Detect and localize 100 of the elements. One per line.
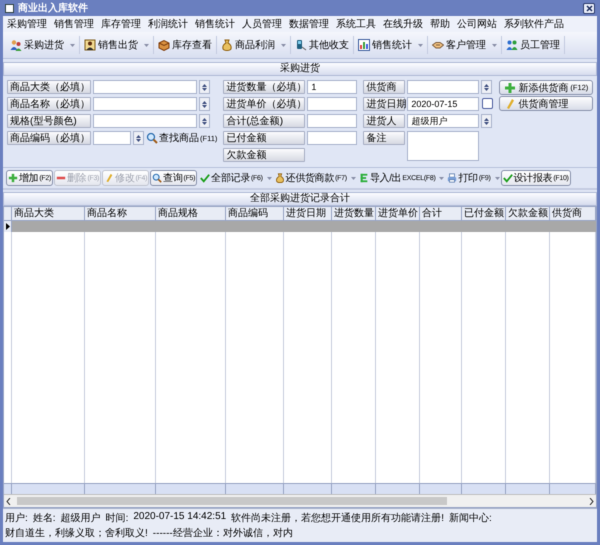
search-icon [152,173,162,183]
menu-item[interactable]: 人员管理 [242,17,282,31]
phone-icon [295,39,307,51]
toolbar-button[interactable]: 商品利润 [221,38,275,52]
toolbar-button[interactable]: 员工管理 [506,38,560,52]
dropdown-button[interactable] [481,80,492,94]
status-text: 财自道生，利缘义取；舍利取义! [5,526,148,540]
input-field[interactable] [307,131,358,145]
column-header[interactable]: 商品规格 [156,207,226,220]
section-header: 采购进货 [3,62,597,76]
menu-item[interactable]: 帮助 [430,17,450,31]
field-label: 进货人 [363,114,406,128]
menu-item[interactable]: 系统工具 [336,17,376,31]
scroll-right-icon[interactable] [589,498,594,504]
toolbar-button[interactable]: 销售出货 [84,38,138,52]
column-header[interactable]: 商品编码 [226,207,284,220]
field-label: 商品编码（必填） [7,131,91,145]
money-bag-icon [274,173,285,183]
up-down-arrows-icon [202,100,207,108]
dropdown-button[interactable] [199,80,210,94]
toolbar-button[interactable]: 采购进货 [10,38,64,52]
menu-item[interactable]: 库存管理 [101,17,141,31]
column-header[interactable]: 已付金额 [462,207,506,220]
combo-field[interactable] [93,97,197,111]
combo-field[interactable] [93,114,197,128]
caret-icon[interactable] [494,176,500,180]
window-icon [5,4,14,12]
dropdown-button[interactable] [199,97,210,111]
column-header[interactable]: 进货日期 [284,207,332,220]
dropdown-button[interactable] [133,131,144,145]
caret-icon[interactable] [439,176,444,180]
input-field[interactable]: 1 [307,80,358,94]
search-icon [146,132,158,144]
combo-field[interactable] [407,80,480,94]
toolbar-button[interactable]: 库存查看 [158,38,212,52]
menu-item[interactable]: 公司网站 [457,17,497,31]
check-icon [200,173,210,183]
field-label: 合计(总金额) [223,114,306,128]
plus-icon [8,173,18,183]
combo-field[interactable] [93,80,197,94]
column-header[interactable]: 商品名称 [85,207,156,220]
field-label: 备注 [363,131,406,145]
plus-icon [504,82,516,94]
menu-item[interactable]: 销售统计 [195,17,235,31]
menu-item[interactable]: 采购管理 [7,17,47,31]
pencil-icon [104,173,114,183]
combo-field[interactable] [93,131,131,145]
table-title: 全部采购进货记录合计 [3,192,597,206]
column-header[interactable]: 欠款金额 [506,207,550,220]
menu-item[interactable]: 数据管理 [289,17,329,31]
menu-item[interactable]: 在线升级 [383,17,423,31]
combo-field[interactable]: 超级用户 [407,114,480,128]
caret-icon[interactable] [492,44,497,46]
printer-icon [447,173,458,183]
field-label: 规格(型号颜色) [7,114,91,128]
status-text: ------经营企业：对外诚信，对内 [152,526,293,540]
menu-item[interactable]: 利润统计 [148,17,188,31]
toolbar-button[interactable]: 其他收支 [295,38,349,52]
close-button[interactable] [583,2,595,14]
dropdown-button[interactable] [481,114,492,128]
excel-icon [358,173,369,183]
column-header[interactable]: 供货商 [550,207,596,220]
date-field[interactable]: 2020-07-15 [407,97,480,111]
chart-icon [358,39,370,51]
date-picker-button[interactable] [482,98,494,109]
caret-icon[interactable] [70,44,75,46]
column-header[interactable]: 合计 [420,207,462,220]
column-header[interactable]: 进货数量 [332,207,376,220]
menu-item[interactable]: 系列软件产品 [504,17,564,31]
input-field[interactable] [307,97,358,111]
people-icon [10,39,22,51]
caret-icon[interactable] [350,176,356,180]
notes-field[interactable] [407,131,480,161]
caret-icon[interactable] [266,176,272,180]
field-label: 进货日期 [363,97,406,111]
status-text: 时间: [106,512,128,525]
caret-icon[interactable] [281,44,286,46]
menu-item[interactable]: 销售管理 [54,17,94,31]
caret-icon[interactable] [418,44,423,46]
status-text: 姓名: [32,512,56,525]
box-icon [158,39,170,51]
horizontal-scrollbar[interactable] [4,494,596,507]
field-label: 供货商 [363,80,406,94]
toolbar-button[interactable]: 销售统计 [358,38,412,52]
up-down-arrows-icon [484,118,490,124]
dropdown-button[interactable] [199,114,210,128]
supplier-manage-button[interactable]: 供货商管理 [499,96,594,111]
caret-icon[interactable] [144,44,149,46]
column-header[interactable]: 进货单价 [376,207,420,220]
scrollbar-thumb[interactable] [17,497,447,505]
toolbar-button[interactable]: 客户管理 [432,38,486,52]
close-icon [586,4,592,12]
field-label: 商品大类（必填） [7,80,91,94]
pencil-icon [504,98,516,110]
staff-icon [506,39,518,51]
scroll-left-icon[interactable] [6,498,11,504]
field-label: 商品名称（必填） [7,97,91,111]
input-field[interactable] [307,114,358,128]
column-header[interactable]: 商品大类 [12,207,85,220]
field-label: 进货数量（必填） [223,80,306,94]
